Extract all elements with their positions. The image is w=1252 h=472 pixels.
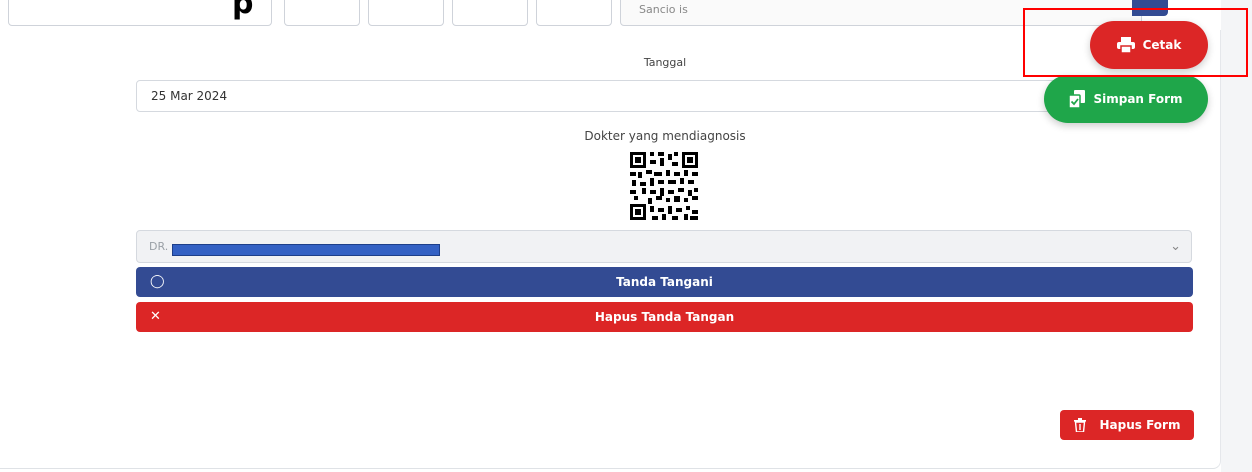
delete-signature-label: Hapus Tanda Tangan (594, 310, 735, 324)
doctor-label: Dokter yang mendiagnosis (584, 129, 746, 143)
delete-form-button[interactable]: Hapus Form (1060, 410, 1194, 440)
printer-icon (1116, 37, 1135, 53)
close-icon: ✕ (150, 309, 161, 324)
delete-signature-button[interactable]: ✕ Hapus Tanda Tangan (136, 302, 1193, 332)
date-label: Tanggal (643, 56, 687, 69)
top-select[interactable]: Sancio is (620, 0, 1142, 26)
print-button[interactable]: Cetak (1090, 21, 1208, 69)
save-form-label: Simpan Form (1093, 92, 1183, 106)
date-input[interactable]: 25 Mar 2024 (136, 80, 1192, 112)
doctor-select-prefix: DR. (149, 240, 169, 253)
save-form-button[interactable]: Simpan Form (1044, 75, 1208, 123)
top-search-button[interactable] (1132, 0, 1168, 16)
page-gutter (1221, 0, 1252, 472)
sign-button-label: Tanda Tangani (616, 275, 713, 289)
print-button-label: Cetak (1142, 38, 1182, 52)
trash-icon (1073, 418, 1086, 432)
redacted-doctor-name (172, 244, 440, 256)
chevron-down-icon: ⌄ (1170, 239, 1181, 254)
sign-button[interactable]: ◯ Tanda Tangani (136, 267, 1193, 297)
check-circle-icon: ◯ (150, 274, 165, 289)
copy-check-icon (1069, 90, 1086, 108)
delete-form-label: Hapus Form (1099, 418, 1181, 432)
doctor-qr-code (628, 150, 700, 222)
top-strip: p p Sancio is (0, 0, 1252, 30)
